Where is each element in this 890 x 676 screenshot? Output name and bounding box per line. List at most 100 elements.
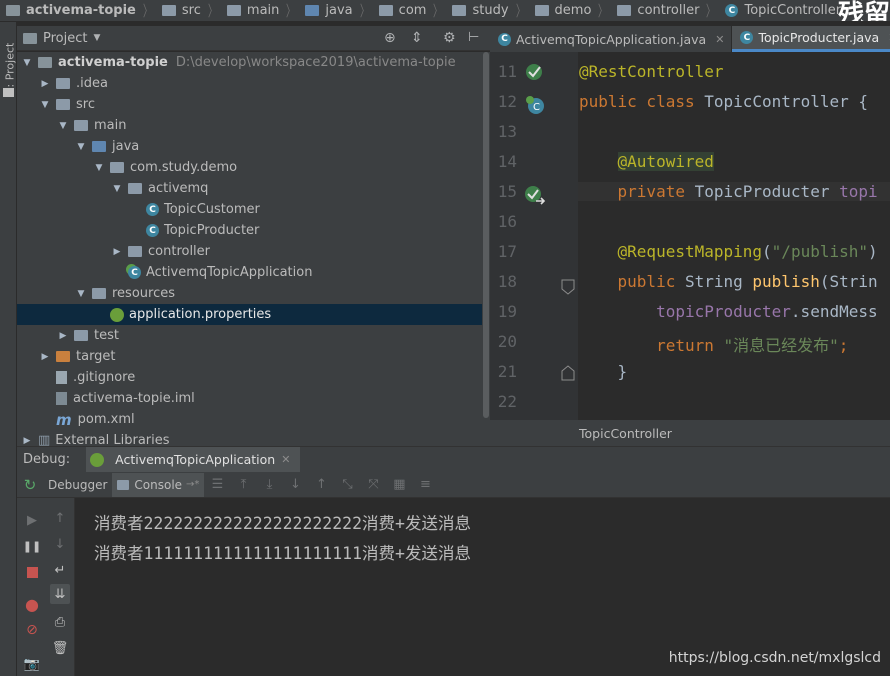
tree-item[interactable]: ▼ activemq xyxy=(17,178,209,199)
watermark-url: https://blog.csdn.net/mxlgslcd xyxy=(668,650,881,666)
chevron-right-icon[interactable]: ▶ xyxy=(40,352,50,362)
code-token: topicProducter xyxy=(656,302,791,321)
tree-item[interactable]: ▶ ▥ External Libraries xyxy=(17,430,170,446)
fold-marker-icon[interactable] xyxy=(561,279,575,295)
project-panel-title[interactable]: Project xyxy=(43,31,87,46)
chevron-down-icon[interactable]: ▼ xyxy=(112,184,122,194)
tree-item[interactable]: ▼ com.study.demo xyxy=(17,157,238,178)
tree-item[interactable]: ▼ resources xyxy=(17,283,175,304)
pause-icon[interactable]: ❚❚ xyxy=(22,536,42,556)
fold-marker-icon[interactable] xyxy=(561,365,575,381)
breadcrumb-item[interactable]: activema-topie xyxy=(0,0,138,21)
rerun-icon[interactable]: ↻ xyxy=(20,475,40,495)
tree-item[interactable]: ▼ java xyxy=(17,136,140,157)
code-editor[interactable]: @RestController public class TopicControl… xyxy=(578,52,890,420)
trash-icon[interactable]: 🗑 xyxy=(50,638,70,658)
code-token: @Autowired xyxy=(617,152,714,171)
chevron-down-icon[interactable]: ▼ xyxy=(76,142,86,152)
tree-scrollbar[interactable] xyxy=(482,52,490,418)
mute-breakpoints-icon[interactable]: ⊘ xyxy=(22,620,42,640)
step-over-icon[interactable]: ⤓ xyxy=(259,475,279,495)
arrow-up-icon[interactable]: ↑ xyxy=(50,508,70,528)
resume-icon[interactable]: ▶ xyxy=(22,510,42,530)
close-icon[interactable]: ✕ xyxy=(715,33,724,46)
gear-icon[interactable]: ⚙ xyxy=(443,30,456,46)
tree-item[interactable]: ▼ main xyxy=(17,115,127,136)
tree-item-label: activema-topie xyxy=(58,55,168,70)
collapse-all-icon[interactable]: ⇕ xyxy=(411,30,423,46)
breadcrumb-item[interactable]: demo xyxy=(531,0,594,21)
project-tool-button[interactable]: 1: Project xyxy=(4,35,17,95)
close-icon[interactable]: ✕ xyxy=(281,453,290,466)
tree-item[interactable]: ▶ controller xyxy=(17,241,211,262)
breadcrumb-item[interactable]: main xyxy=(223,0,281,21)
chevron-down-icon[interactable]: ▼ xyxy=(93,33,100,43)
editor-tab[interactable]: CTopicProducter.java✕ xyxy=(732,26,890,52)
source-folder-icon xyxy=(305,5,320,16)
scroll-to-end-icon[interactable]: ⇊ xyxy=(50,584,70,604)
chevron-right-icon[interactable]: ▶ xyxy=(58,331,68,341)
camera-icon[interactable]: 📷 xyxy=(22,654,42,674)
tree-item-label: activemq xyxy=(148,181,209,196)
breadcrumb-item[interactable]: java xyxy=(301,0,354,21)
tree-item[interactable]: m pom.xml xyxy=(17,409,135,430)
chevron-down-icon[interactable]: ▼ xyxy=(58,121,68,131)
console-output[interactable]: 消费者2222222222222222222222消费+发送消息 消费者1111… xyxy=(75,498,890,676)
tree-item[interactable]: C TopicProducter xyxy=(17,220,259,241)
tree-item[interactable]: ▶ test xyxy=(17,325,119,346)
step-out-icon[interactable]: ↑ xyxy=(311,475,331,495)
debug-session-tab[interactable]: ActivemqTopicApplication ✕ xyxy=(86,446,301,473)
console-line: 消费者2222222222222222222222消费+发送消息 xyxy=(94,514,471,533)
tab-debugger[interactable]: Debugger xyxy=(43,473,112,497)
class-gutter-icon[interactable]: C xyxy=(526,96,546,116)
tab-console[interactable]: Console →* xyxy=(112,472,205,497)
tree-item[interactable]: C TopicCustomer xyxy=(17,199,260,220)
scroll-from-source-icon[interactable]: ⊕ xyxy=(384,30,396,46)
breadcrumb-item[interactable]: com xyxy=(375,0,429,21)
view-breakpoints-icon[interactable]: ● xyxy=(22,594,42,614)
hide-panel-icon[interactable]: ⊢ xyxy=(468,30,479,45)
breadcrumb-item[interactable]: controller xyxy=(613,0,701,21)
tree-item[interactable]: C ActivemqTopicApplication xyxy=(17,262,312,283)
breadcrumb-item[interactable]: src xyxy=(158,0,203,21)
step-into-icon[interactable]: ↓ xyxy=(285,475,305,495)
chevron-down-icon[interactable]: ▼ xyxy=(40,100,50,110)
soft-wrap-icon[interactable]: ↵ xyxy=(50,560,70,580)
layout-icon[interactable]: ☰ xyxy=(207,475,227,495)
autowired-gutter-icon[interactable] xyxy=(524,185,546,207)
package-icon xyxy=(534,5,549,16)
arrow-down-icon[interactable]: ↓ xyxy=(50,534,70,554)
chevron-down-icon[interactable]: ▼ xyxy=(94,163,104,173)
drop-frame-icon[interactable]: ⤡ xyxy=(337,475,357,495)
run-to-cursor-icon[interactable]: ⤧ xyxy=(363,475,383,495)
tree-item[interactable]: .gitignore xyxy=(17,367,135,388)
tree-item[interactable]: ▼ activema-topie D:\develop\workspace2019\… xyxy=(17,52,456,73)
folder-icon xyxy=(56,99,70,110)
tree-item[interactable]: ▶ target xyxy=(17,346,116,367)
tree-item[interactable]: ▼ src xyxy=(17,94,95,115)
chevron-right-icon[interactable]: ▶ xyxy=(40,79,50,89)
chevron-right-icon[interactable]: ▶ xyxy=(22,436,32,446)
chevron-down-icon[interactable]: ▼ xyxy=(76,289,86,299)
tree-item[interactable]: application.properties xyxy=(17,304,489,325)
spring-class-icon: C xyxy=(128,266,141,279)
chevron-down-icon[interactable]: ▼ xyxy=(22,58,32,68)
show-execution-point-icon[interactable]: ⤒ xyxy=(233,475,253,495)
navigation-breadcrumb: activema-topie 〉 src 〉 main 〉 java 〉 com 〉 study 〉 d… xyxy=(0,0,890,22)
spring-bean-gutter-icon[interactable] xyxy=(524,62,544,82)
tree-item-label: src xyxy=(76,97,95,112)
print-icon[interactable]: ⎙ xyxy=(50,612,70,632)
footer-class-label[interactable]: TopicController xyxy=(579,426,672,441)
trace-icon[interactable]: ≡ xyxy=(415,475,435,495)
scrollbar-thumb[interactable] xyxy=(483,52,489,418)
stop-icon[interactable] xyxy=(22,562,42,582)
editor-tab[interactable]: C ActivemqTopicApplication.java ✕ xyxy=(490,26,733,52)
breadcrumb-item[interactable]: C TopicController xyxy=(721,0,843,21)
tree-item-label: TopicCustomer xyxy=(164,202,260,217)
tree-item[interactable]: activema-topie.iml xyxy=(17,388,195,409)
chevron-right-icon[interactable]: ▶ xyxy=(112,247,122,257)
tree-item-label: controller xyxy=(148,244,211,259)
tree-item[interactable]: ▶ .idea xyxy=(17,73,108,94)
evaluate-icon[interactable]: ▦ xyxy=(389,475,409,495)
breadcrumb-item[interactable]: study xyxy=(448,0,510,21)
